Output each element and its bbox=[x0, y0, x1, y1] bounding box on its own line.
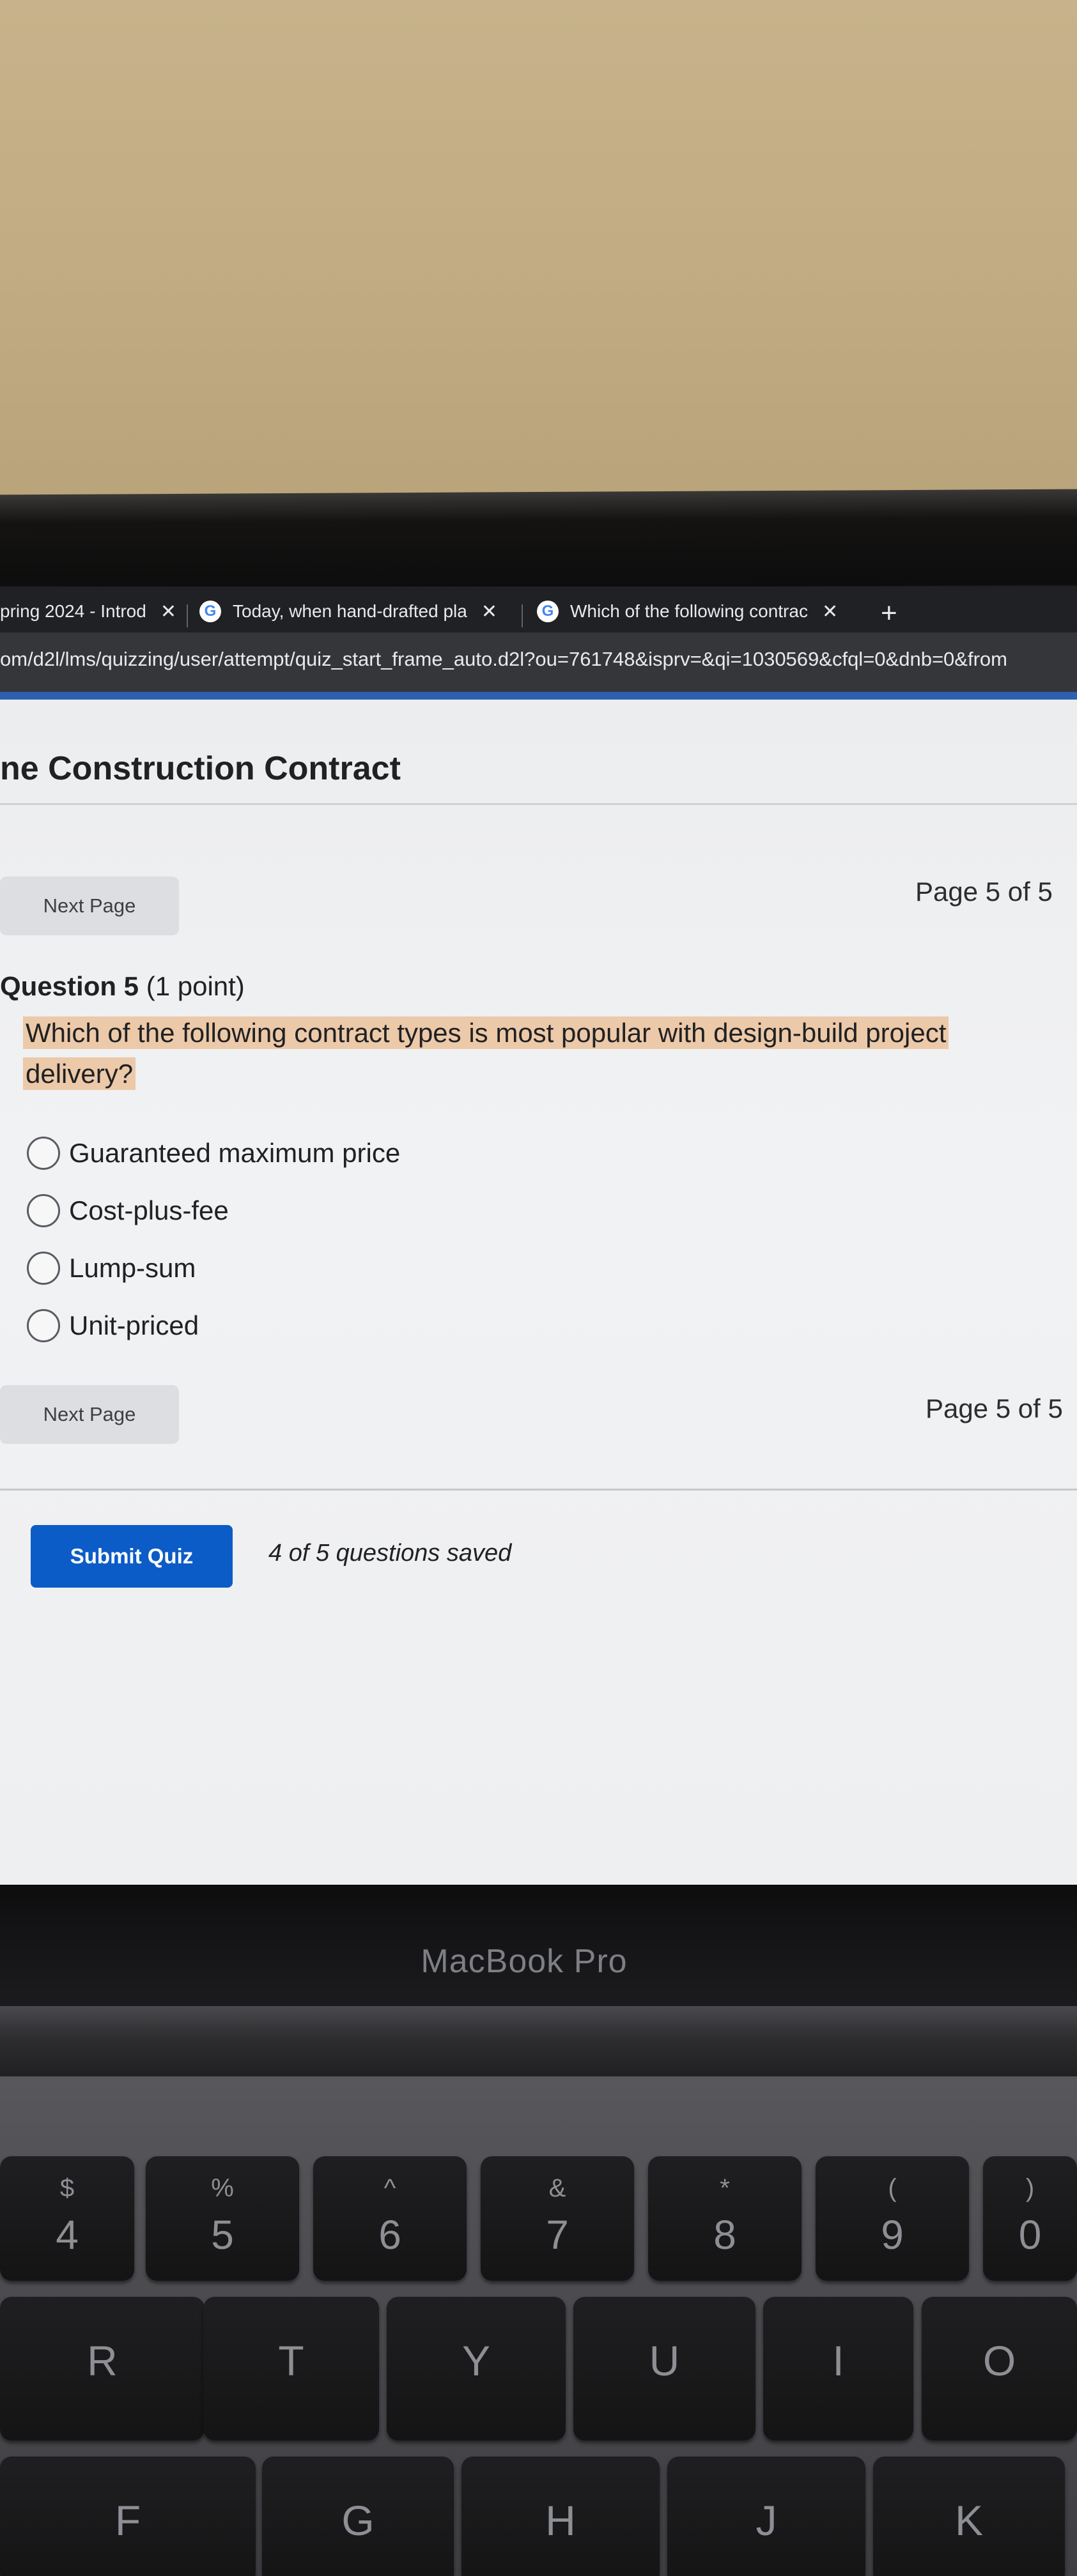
keyboard-key-9: ( 9 bbox=[816, 2156, 969, 2281]
key-digit: 5 bbox=[211, 2212, 234, 2258]
question-points: (1 point) bbox=[146, 971, 245, 1001]
tab-label: Today, when hand-drafted pla bbox=[233, 601, 467, 621]
key-symbol: & bbox=[548, 2174, 566, 2202]
keyboard-deck: $ 4 % 5 ^ 6 & 7 * 8 ( 9 ) 0 R T Y U I O … bbox=[0, 2076, 1077, 2576]
keyboard-key-y: Y bbox=[387, 2297, 566, 2441]
key-letter: I bbox=[832, 2337, 844, 2384]
question-label: Question 5 bbox=[0, 971, 139, 1001]
tab-google-search-2[interactable]: G Which of the following contrac ✕ bbox=[537, 595, 838, 627]
tab-divider bbox=[187, 604, 188, 627]
keyboard-key-6: ^ 6 bbox=[313, 2156, 467, 2281]
keyboard-key-j: J bbox=[667, 2457, 865, 2576]
page-indicator-top: Page 5 of 5 bbox=[915, 877, 1053, 907]
page-title: ne Construction Contract bbox=[0, 750, 401, 787]
key-symbol: * bbox=[720, 2174, 730, 2202]
tab-divider bbox=[522, 604, 523, 627]
option-label: Cost-plus-fee bbox=[69, 1195, 229, 1225]
answer-option[interactable]: Lump-sum bbox=[27, 1252, 196, 1285]
key-symbol: ^ bbox=[384, 2174, 396, 2202]
next-page-button-bottom[interactable]: Next Page bbox=[0, 1385, 179, 1444]
question-text-block: Which of the following contract types is… bbox=[23, 1013, 1001, 1094]
device-label: MacBook Pro bbox=[421, 1943, 628, 1980]
laptop-top-bezel bbox=[0, 489, 1077, 591]
keyboard-key-0: ) 0 bbox=[983, 2156, 1077, 2281]
keyboard-key-o: O bbox=[922, 2297, 1077, 2441]
key-letter: Y bbox=[461, 2337, 491, 2384]
key-digit: 0 bbox=[1018, 2212, 1042, 2258]
keyboard-key-7: & 7 bbox=[481, 2156, 634, 2281]
close-icon[interactable]: ✕ bbox=[160, 601, 176, 623]
tab-label: pring 2024 - Introd bbox=[0, 601, 146, 621]
divider bbox=[0, 803, 1077, 805]
key-digit: 4 bbox=[56, 2212, 79, 2258]
key-letter: H bbox=[545, 2497, 576, 2544]
key-letter: R bbox=[87, 2337, 118, 2384]
key-letter: T bbox=[278, 2337, 304, 2384]
key-digit: 8 bbox=[713, 2212, 736, 2258]
answer-option[interactable]: Unit-priced bbox=[27, 1309, 199, 1342]
key-symbol: $ bbox=[59, 2174, 75, 2202]
address-bar[interactable]: om/d2l/lms/quizzing/user/attempt/quiz_st… bbox=[0, 632, 1077, 694]
photo-scene: pring 2024 - Introd ✕ G Today, when hand… bbox=[0, 0, 1077, 2576]
keyboard-key-i: I bbox=[763, 2297, 913, 2441]
page-indicator-bottom: Page 5 of 5 bbox=[926, 1393, 1063, 1423]
key-symbol: ) bbox=[1025, 2174, 1035, 2202]
google-g-icon: G bbox=[199, 601, 221, 622]
option-label: Guaranteed maximum price bbox=[69, 1138, 401, 1168]
background-wall bbox=[0, 0, 1077, 505]
option-label: Lump-sum bbox=[69, 1253, 196, 1283]
radio-button[interactable] bbox=[27, 1252, 60, 1285]
saved-status: 4 of 5 questions saved bbox=[268, 1540, 512, 1567]
keyboard-key-u: U bbox=[573, 2297, 755, 2441]
submit-quiz-button[interactable]: Submit Quiz bbox=[31, 1525, 233, 1588]
key-digit: 6 bbox=[378, 2212, 401, 2258]
answer-option[interactable]: Cost-plus-fee bbox=[27, 1194, 229, 1227]
google-g-icon: G bbox=[537, 601, 559, 622]
next-page-button-top[interactable]: Next Page bbox=[0, 877, 179, 935]
browser-tab-bar: pring 2024 - Introd ✕ G Today, when hand… bbox=[0, 586, 1077, 632]
question-text: Which of the following contract types is… bbox=[23, 1016, 949, 1090]
key-digit: 9 bbox=[881, 2212, 904, 2258]
radio-button[interactable] bbox=[27, 1309, 60, 1342]
tab-label: Which of the following contrac bbox=[570, 601, 808, 621]
new-tab-button[interactable]: + bbox=[881, 599, 897, 627]
key-symbol: % bbox=[211, 2174, 234, 2202]
keyboard-key-f: F bbox=[0, 2457, 256, 2576]
keyboard-key-8: * 8 bbox=[648, 2156, 802, 2281]
key-digit: 7 bbox=[546, 2212, 569, 2258]
key-symbol: ( bbox=[888, 2174, 897, 2202]
keyboard-key-g: G bbox=[262, 2457, 454, 2576]
keyboard-key-t: T bbox=[203, 2297, 379, 2441]
divider bbox=[0, 1489, 1077, 1491]
page-accent-bar bbox=[0, 692, 1077, 700]
keyboard-key-5: % 5 bbox=[146, 2156, 299, 2281]
quiz-page: ne Construction Contract Next Page Page … bbox=[0, 700, 1077, 1885]
keyboard-key-k: K bbox=[873, 2457, 1065, 2576]
url-text[interactable]: om/d2l/lms/quizzing/user/attempt/quiz_st… bbox=[0, 648, 1007, 671]
close-icon[interactable]: ✕ bbox=[481, 601, 497, 623]
tab-quiz-course[interactable]: pring 2024 - Introd ✕ bbox=[0, 595, 176, 627]
keyboard-key-r: R bbox=[0, 2297, 205, 2441]
radio-button[interactable] bbox=[27, 1194, 60, 1227]
tab-google-search-1[interactable]: G Today, when hand-drafted pla ✕ bbox=[199, 595, 497, 627]
key-letter: J bbox=[755, 2497, 777, 2544]
key-letter: K bbox=[954, 2497, 984, 2544]
answer-option[interactable]: Guaranteed maximum price bbox=[27, 1137, 400, 1170]
key-letter: F bbox=[114, 2497, 141, 2544]
keyboard-key-4: $ 4 bbox=[0, 2156, 134, 2281]
key-letter: G bbox=[341, 2497, 375, 2544]
question-heading: Question 5 (1 point) bbox=[0, 971, 245, 1002]
option-label: Unit-priced bbox=[69, 1310, 199, 1340]
radio-button[interactable] bbox=[27, 1137, 60, 1170]
close-icon[interactable]: ✕ bbox=[822, 601, 838, 623]
laptop-hinge bbox=[0, 2006, 1077, 2083]
keyboard-key-h: H bbox=[461, 2457, 660, 2576]
key-letter: U bbox=[649, 2337, 680, 2384]
key-letter: O bbox=[982, 2337, 1016, 2384]
